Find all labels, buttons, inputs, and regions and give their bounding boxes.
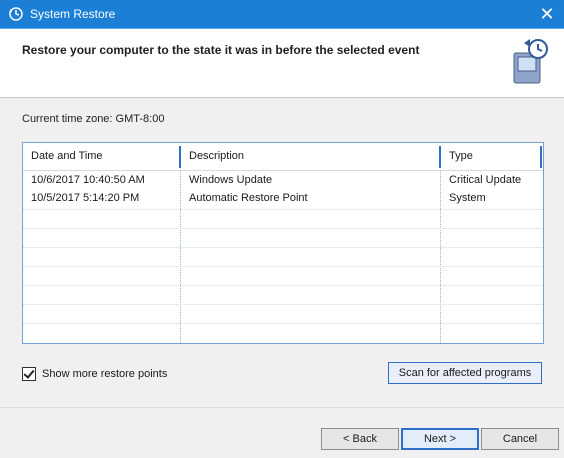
restore-wizard-icon (513, 39, 548, 84)
restore-points-table[interactable]: Date and Time Description Type 10/6/2017… (22, 142, 544, 344)
wizard-header: Restore your computer to the state it wa… (0, 29, 564, 98)
grid-line (23, 228, 543, 230)
grid-line (23, 266, 543, 268)
cell-description: Windows Update (189, 174, 273, 186)
grid-line (23, 323, 543, 325)
table-row[interactable]: 10/5/2017 5:14:20 PM Automatic Restore P… (23, 189, 543, 208)
window-title: System Restore (30, 7, 116, 21)
grid-line (23, 247, 543, 249)
next-button[interactable]: Next > (401, 428, 479, 450)
timezone-label: Current time zone: GMT-8:00 (22, 113, 165, 125)
cancel-button[interactable]: Cancel (481, 428, 559, 450)
show-more-label: Show more restore points (42, 368, 168, 380)
system-restore-icon (9, 7, 23, 21)
cell-description: Automatic Restore Point (189, 192, 308, 204)
scan-affected-programs-button[interactable]: Scan for affected programs (388, 362, 542, 384)
title-bar: System Restore ✕ (0, 0, 564, 29)
back-button[interactable]: < Back (321, 428, 399, 450)
grid-line (23, 285, 543, 287)
column-divider[interactable] (540, 146, 542, 168)
cell-type: System (449, 192, 486, 204)
grid-line (23, 304, 543, 306)
close-icon[interactable]: ✕ (536, 3, 558, 25)
grid-line (23, 209, 543, 211)
table-header: Date and Time Description Type (23, 143, 543, 171)
show-more-checkbox[interactable]: Show more restore points (22, 367, 167, 381)
cell-date: 10/6/2017 10:40:50 AM (31, 174, 145, 186)
table-row[interactable]: 10/6/2017 10:40:50 AM Windows Update Cri… (23, 171, 543, 190)
wizard-footer: < Back Next > Cancel (0, 407, 564, 458)
column-header-date[interactable]: Date and Time (23, 143, 179, 170)
cell-type: Critical Update (449, 174, 522, 186)
column-header-type[interactable]: Type (441, 143, 541, 170)
page-heading: Restore your computer to the state it wa… (22, 43, 420, 57)
cell-date: 10/5/2017 5:14:20 PM (31, 192, 140, 204)
column-header-description[interactable]: Description (181, 143, 439, 170)
checkbox-checked-icon[interactable] (22, 367, 36, 381)
